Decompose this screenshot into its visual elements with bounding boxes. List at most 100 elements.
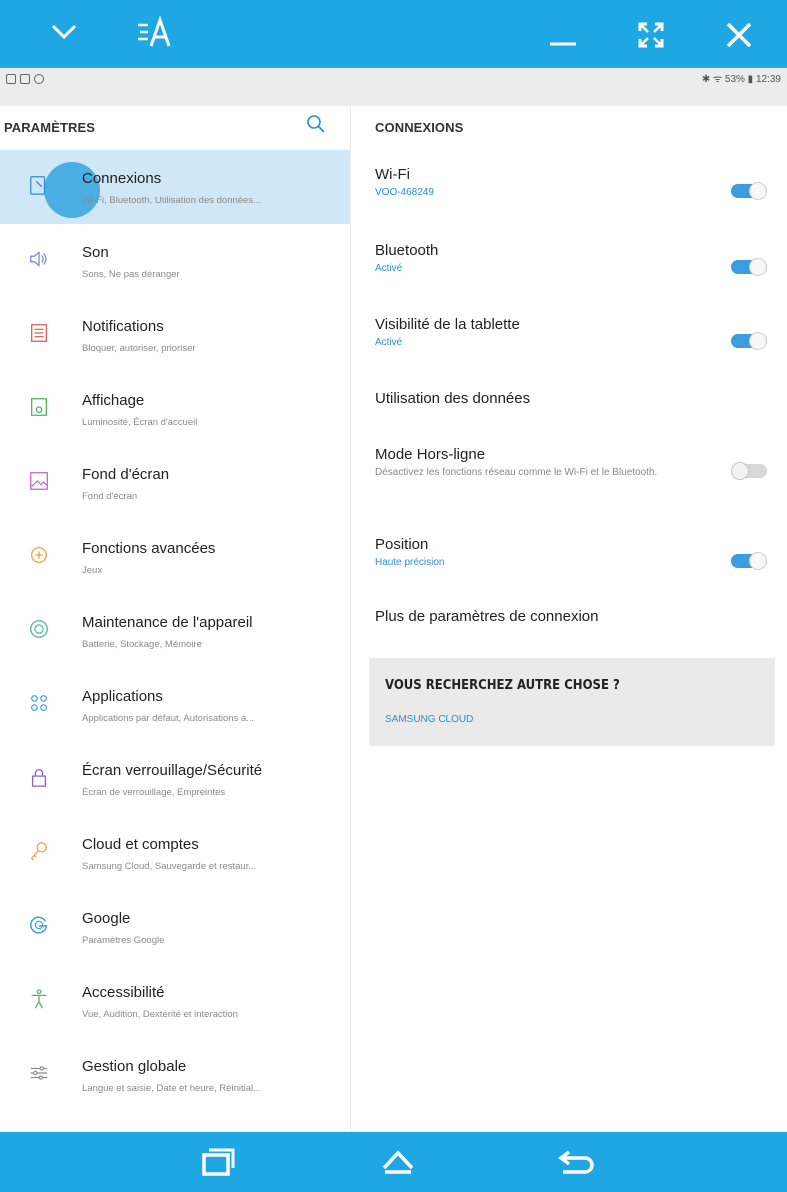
settings-item-4[interactable]: Fond d'écran Fond d'écran (0, 446, 350, 520)
connection-toggle-0[interactable] (731, 182, 767, 200)
settings-item-11[interactable]: Accessibilité Vue, Audition, Dextérité et… (0, 964, 350, 1038)
connection-item-3[interactable]: Utilisation des données (375, 390, 775, 407)
suggestion-title: VOUS RECHERCHEZ AUTRE CHOSE ? (385, 678, 620, 693)
connection-item-title: Mode Hors-ligne (375, 446, 486, 463)
apps-icon (31, 695, 47, 711)
connection-item-subtitle: Activé (375, 337, 403, 348)
settings-item-1[interactable]: Son Sons, Ne pas déranger (0, 224, 350, 298)
settings-menu: Connexions Wi-Fi, Bluetooth, Utilisation … (0, 150, 350, 1112)
google-icon (30, 916, 48, 934)
settings-item-2[interactable]: Notifications Bloquer, autoriser, prioris… (0, 298, 350, 372)
settings-item-title: Son (82, 244, 109, 261)
toggle-knob (749, 258, 767, 276)
settings-item-title: Cloud et comptes (82, 836, 199, 853)
connection-item-5[interactable]: Position Haute précision (375, 536, 775, 568)
connection-toggle-4[interactable] (731, 462, 767, 480)
connection-item-subtitle: VOO-468249 (375, 187, 434, 198)
connection-item-title: Bluetooth (375, 242, 439, 259)
connection-item-0[interactable]: Wi-Fi VOO-468249 (375, 166, 775, 198)
device-maintenance-icon (30, 620, 48, 638)
maximize-icon[interactable] (636, 20, 666, 50)
settings-item-12[interactable]: Gestion globale Langue et saisie, Date et… (0, 1038, 350, 1112)
key-icon (30, 842, 47, 861)
toggle-knob (731, 462, 749, 480)
chevron-down-icon[interactable] (50, 22, 78, 42)
connection-item-title: Visibilité de la tablette (375, 316, 520, 333)
settings-item-subtitle: Wi-Fi, Bluetooth, Utilisation des donnée… (82, 195, 262, 206)
settings-item-title: Maintenance de l'appareil (82, 614, 253, 631)
settings-item-title: Fonctions avancées (82, 540, 216, 557)
settings-item-9[interactable]: Cloud et comptes Samsung Cloud, Sauvegard… (0, 816, 350, 890)
mail-icon (20, 74, 30, 84)
connection-item-title: Plus de paramètres de connexion (375, 608, 599, 625)
connection-toggle-1[interactable] (731, 258, 767, 276)
toggle-knob (749, 182, 767, 200)
connection-item-2[interactable]: Visibilité de la tablette Activé (375, 316, 775, 348)
settings-item-subtitle: Vue, Audition, Dextérité et interaction (82, 1009, 238, 1020)
settings-item-subtitle: Jeux (82, 565, 103, 576)
suggestion-card: VOUS RECHERCHEZ AUTRE CHOSE ? SAMSUNG CL… (369, 658, 775, 746)
home-icon[interactable] (380, 1146, 416, 1178)
settings-item-0[interactable]: Connexions Wi-Fi, Bluetooth, Utilisation … (0, 150, 350, 224)
accessibility-icon (31, 989, 47, 1009)
recent-apps-icon[interactable] (200, 1146, 236, 1178)
settings-item-8[interactable]: Écran verrouillage/Sécurité Écran de verr… (0, 742, 350, 816)
left-pane-title: PARAMÈTRES (4, 120, 96, 135)
font-size-icon[interactable] (136, 16, 176, 50)
wallpaper-icon (30, 472, 48, 490)
settings-item-3[interactable]: Affichage Luminosité, Écran d'accueil (0, 372, 350, 446)
settings-item-6[interactable]: Maintenance de l'appareil Batterie, Stock… (0, 594, 350, 668)
connection-item-subtitle: Haute précision (375, 557, 445, 568)
settings-item-title: Accessibilité (82, 984, 165, 1001)
settings-item-subtitle: Applications par défaut, Autorisations a… (82, 713, 255, 724)
back-icon[interactable] (555, 1146, 597, 1178)
status-bar: ✱ ᯤ 53% ▮ 12:39 (0, 68, 787, 106)
connections-pane: CONNEXIONS Wi-Fi VOO-468249 Bluetooth Activ… (351, 106, 787, 1146)
settings-item-subtitle: Paramètres Google (82, 935, 165, 946)
settings-item-title: Fond d'écran (82, 466, 170, 483)
search-icon[interactable] (306, 114, 326, 134)
settings-item-subtitle: Batterie, Stockage, Mémoire (82, 639, 202, 650)
settings-item-title: Affichage (82, 392, 145, 409)
advanced-features-icon (31, 547, 47, 563)
blocked-icon (34, 74, 44, 84)
lock-icon (31, 769, 47, 787)
connection-item-1[interactable]: Bluetooth Activé (375, 242, 775, 274)
status-notification-icons (6, 74, 44, 84)
settings-item-subtitle: Fond d'écran (82, 491, 138, 502)
toggle-knob (749, 552, 767, 570)
connection-item-subtitle: Désactivez les fonctions réseau comme le… (375, 467, 658, 478)
settings-item-subtitle: Écran de verrouillage, Empreintes (82, 787, 226, 798)
connection-toggle-5[interactable] (731, 552, 767, 570)
settings-item-7[interactable]: Applications Applications par défaut, Aut… (0, 668, 350, 742)
settings-item-subtitle: Langue et saisie, Date et heure, Réiniti… (82, 1083, 262, 1094)
settings-item-5[interactable]: Fonctions avancées Jeux (0, 520, 350, 594)
connection-item-4[interactable]: Mode Hors-ligne Désactivez les fonctions … (375, 446, 775, 479)
navigation-bar (0, 1132, 787, 1192)
settings-item-subtitle: Luminosité, Écran d'accueil (82, 417, 198, 428)
notifications-icon (31, 324, 47, 342)
settings-item-subtitle: Bloquer, autoriser, prioriser (82, 343, 196, 354)
settings-item-subtitle: Sons, Ne pas déranger (82, 269, 180, 280)
settings-item-title: Applications (82, 688, 163, 705)
settings-item-subtitle: Samsung Cloud, Sauvegarde et restaur... (82, 861, 257, 872)
settings-item-title: Gestion globale (82, 1058, 187, 1075)
minimize-icon[interactable] (548, 24, 578, 48)
close-icon[interactable] (724, 20, 754, 50)
settings-item-title: Notifications (82, 318, 164, 335)
settings-item-10[interactable]: Google Paramètres Google (0, 890, 350, 964)
settings-list-pane: PARAMÈTRES Connexions Wi-Fi, Bluetooth, U… (0, 106, 351, 1146)
status-indicators: ✱ ᯤ 53% ▮ 12:39 (701, 74, 781, 85)
connections-icon (30, 176, 46, 195)
connection-item-subtitle: Activé (375, 263, 403, 274)
settings-item-title: Connexions (82, 170, 162, 187)
connection-item-title: Position (375, 536, 429, 553)
connection-item-title: Utilisation des données (375, 390, 531, 407)
connection-toggle-2[interactable] (731, 332, 767, 350)
settings-item-title: Google (82, 910, 131, 927)
display-icon (31, 398, 47, 416)
connection-item-title: Wi-Fi (375, 166, 410, 183)
samsung-cloud-link[interactable]: SAMSUNG CLOUD (385, 714, 473, 725)
general-management-icon (30, 1066, 48, 1080)
connection-item-6[interactable]: Plus de paramètres de connexion (375, 608, 775, 625)
